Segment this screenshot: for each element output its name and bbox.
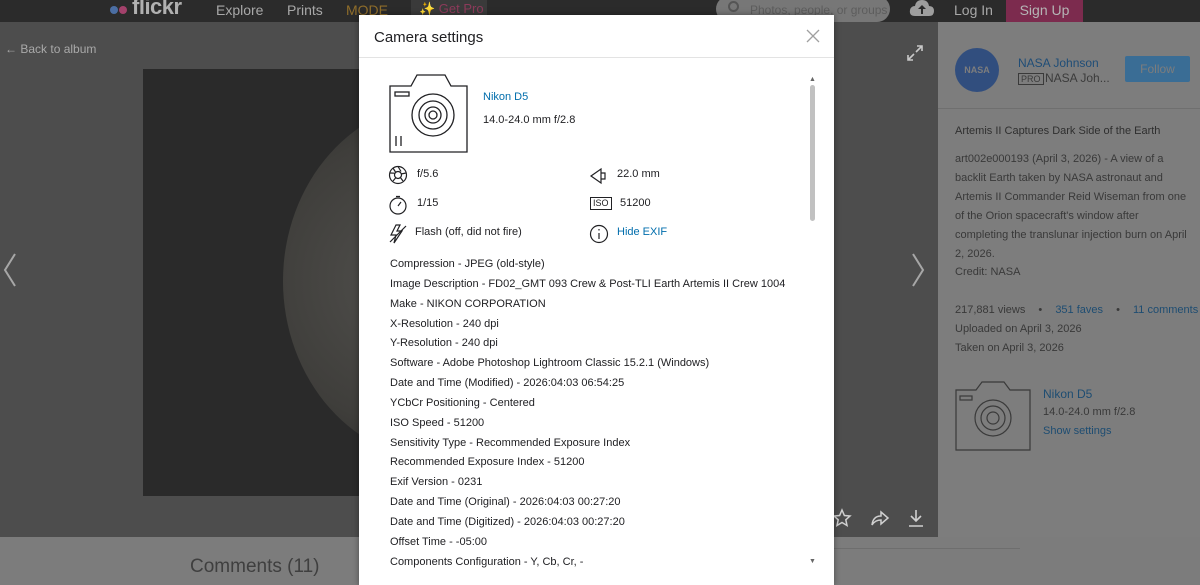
comments-title: Comments (11) [190,556,320,577]
shutter-value: 1/15 [417,197,439,209]
sidebar-divider [938,108,1200,109]
modal-title: Camera settings [374,29,484,46]
focal-length-value: 22.0 mm [617,168,660,180]
download-icon[interactable] [906,508,926,528]
camera-settings-modal: Camera settings Nikon D5 14.0-24.0 mm f/… [359,15,834,585]
comments-link[interactable]: 11 comments [1133,304,1198,316]
flickr-logo[interactable]: flickr [132,0,182,20]
nav-explore[interactable]: Explore [216,2,263,18]
shutter-icon [389,195,407,215]
taken-date: Taken on April 3, 2026 [955,342,1064,354]
photo-credit: Credit: NASA [955,266,1021,278]
exif-row: YCbCr Positioning - Centered [390,396,535,409]
camera-model-link[interactable]: Nikon D5 [483,91,528,103]
lens-text: 14.0-24.0 mm f/2.8 [483,114,576,126]
comments-divider [830,548,1020,549]
upload-cloud-icon[interactable] [909,0,935,18]
next-photo-icon[interactable] [910,250,926,290]
exif-row: Make - NIKON CORPORATION [390,297,546,310]
modal-divider [359,57,834,58]
uploaded-date: Uploaded on April 3, 2026 [955,323,1082,335]
pro-badge: PRO [1018,73,1044,85]
camera-icon [955,381,1031,451]
logo-dot-pink[interactable] [119,6,127,14]
share-icon[interactable] [870,508,890,528]
nav-prints[interactable]: Prints [287,2,323,18]
exif-row: Image Description - FD02_GMT 093 Crew & … [390,277,786,290]
hide-exif-link[interactable]: Hide EXIF [617,226,667,238]
main-photo[interactable] [143,69,361,496]
favorite-star-icon[interactable] [832,508,852,528]
aperture-value: f/5.6 [417,168,439,180]
arrow-left-icon: ← [5,42,17,56]
exif-row: Y-Resolution - 240 dpi [390,337,498,350]
owner-name-link[interactable]: NASA Johnson [1018,56,1099,70]
focal-length-icon [589,167,606,185]
camera-icon [389,74,468,153]
login-link[interactable]: Log In [954,2,993,18]
signup-button[interactable]: Sign Up [1006,0,1083,22]
flash-icon [389,224,407,244]
side-lens: 14.0-24.0 mm f/2.8 [1043,406,1136,418]
search-icon [728,1,739,12]
exif-row: Offset Time - -05:00 [390,535,488,548]
exif-list: Compression - JPEG (old-style) Image Des… [390,256,800,574]
iso-value: 51200 [620,197,651,209]
exif-row: ISO Speed - 51200 [390,416,485,429]
exif-row: Recommended Exposure Index - 51200 [390,456,585,469]
exif-row: Sensitivity Type - Recommended Exposure … [390,436,631,449]
info-icon[interactable] [589,224,609,244]
exif-row: Date and Time (Modified) - 2026:04:03 06… [390,377,625,390]
side-camera-model-link[interactable]: Nikon D5 [1043,387,1092,401]
show-settings-link[interactable]: Show settings [1043,425,1111,437]
iso-badge: ISO [590,197,612,210]
views-count: 217,881 views [955,304,1026,316]
logo-dot-blue[interactable] [110,6,118,14]
owner-subname: NASA Joh... [1045,71,1110,85]
aperture-icon [388,165,408,185]
previous-photo-icon[interactable] [2,250,18,290]
expand-icon[interactable] [906,44,924,62]
follow-button[interactable]: Follow [1125,56,1190,82]
photo-title: Artemis II Captures Dark Side of the Ear… [955,125,1161,137]
exif-row: Exif Version - 0231 [390,476,483,489]
back-to-album-link[interactable]: ← Back to album [5,42,96,56]
exif-row: Software - Adobe Photoshop Lightroom Cla… [390,357,710,370]
exif-row: Date and Time (Original) - 2026:04:03 00… [390,496,621,509]
faves-link[interactable]: 351 faves [1055,304,1103,316]
exif-row: Components Configuration - Y, Cb, Cr, - [390,555,584,568]
scrollbar-thumb[interactable] [810,85,815,221]
exif-row: Compression - JPEG (old-style) [390,258,545,270]
scroll-down-icon[interactable]: ▼ [809,558,816,565]
exif-row: Date and Time (Digitized) - 2026:04:03 0… [390,515,625,528]
exif-row: X-Resolution - 240 dpi [390,317,499,330]
owner-avatar[interactable]: NASA [955,48,999,92]
close-icon[interactable] [805,28,821,44]
earth-image [283,101,361,461]
photo-stats: 217,881 views • 351 faves • 11 comments [955,304,1199,316]
back-label: Back to album [20,42,97,56]
photo-description: art002e000193 (April 3, 2026) - A view o… [955,153,1187,260]
flash-value: Flash (off, did not fire) [415,226,522,238]
photo-sidebar [938,22,1200,537]
scroll-up-icon[interactable]: ▲ [809,76,816,83]
